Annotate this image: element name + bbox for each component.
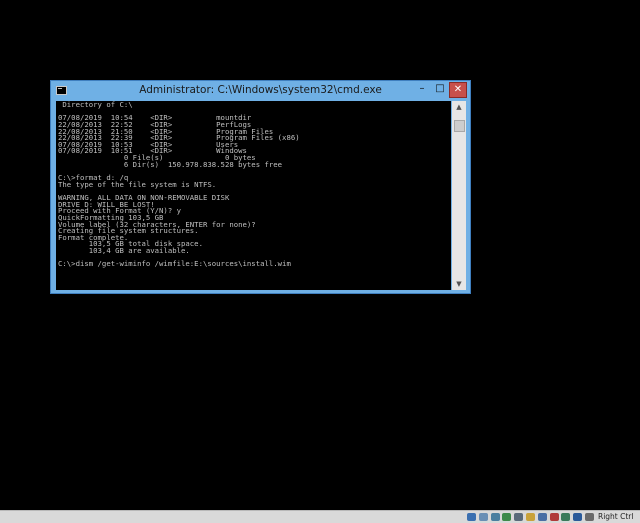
host-key-label: Right Ctrl — [598, 512, 634, 521]
keyboard-capture-icon[interactable] — [585, 513, 594, 521]
usb-icon[interactable] — [514, 513, 524, 521]
maximize-button[interactable]: □ — [431, 82, 449, 98]
cpu-icon[interactable] — [561, 513, 571, 521]
optical-drive-icon[interactable] — [478, 513, 488, 521]
vertical-scrollbar[interactable]: ▲ ▼ — [452, 101, 466, 290]
window-title: Administrator: C:\Windows\system32\cmd.e… — [139, 84, 382, 96]
console-line: Directory of C:\ — [58, 101, 133, 109]
hard-disk-icon[interactable] — [467, 513, 476, 521]
guest-screen: Administrator: C:\Windows\system32\cmd.e… — [0, 0, 640, 510]
minimize-button[interactable]: – — [413, 82, 431, 98]
close-button[interactable]: ✕ — [449, 82, 467, 98]
shared-folder-icon[interactable] — [526, 513, 535, 521]
scroll-down-arrow-icon[interactable]: ▼ — [452, 278, 466, 290]
console-output[interactable]: Directory of C:\ 07/08/2019 10:54 <DIR> m… — [56, 101, 451, 290]
audio-icon[interactable] — [490, 513, 500, 521]
network-icon[interactable] — [502, 513, 512, 521]
cmd-window[interactable]: Administrator: C:\Windows\system32\cmd.e… — [50, 80, 471, 294]
console-line: C:\>dism /get-wiminfo /wimfile:E:\source… — [58, 259, 291, 269]
display-icon[interactable] — [537, 513, 547, 521]
console-line: The type of the file system is NTFS. — [58, 179, 217, 189]
vm-status-bar: Right Ctrl — [0, 510, 640, 523]
console-line: 103,4 GB are available. — [58, 246, 190, 256]
console-line: 6 Dir(s) 150.978.838.528 bytes free — [58, 159, 283, 169]
mouse-integration-icon[interactable] — [573, 513, 583, 521]
title-bar[interactable]: Administrator: C:\Windows\system32\cmd.e… — [51, 81, 470, 101]
console-lines: Directory of C:\ 07/08/2019 10:54 <DIR> m… — [56, 101, 451, 268]
scroll-thumb[interactable] — [454, 120, 465, 132]
scroll-up-arrow-icon[interactable]: ▲ — [452, 101, 466, 113]
video-capture-icon[interactable] — [549, 513, 559, 521]
